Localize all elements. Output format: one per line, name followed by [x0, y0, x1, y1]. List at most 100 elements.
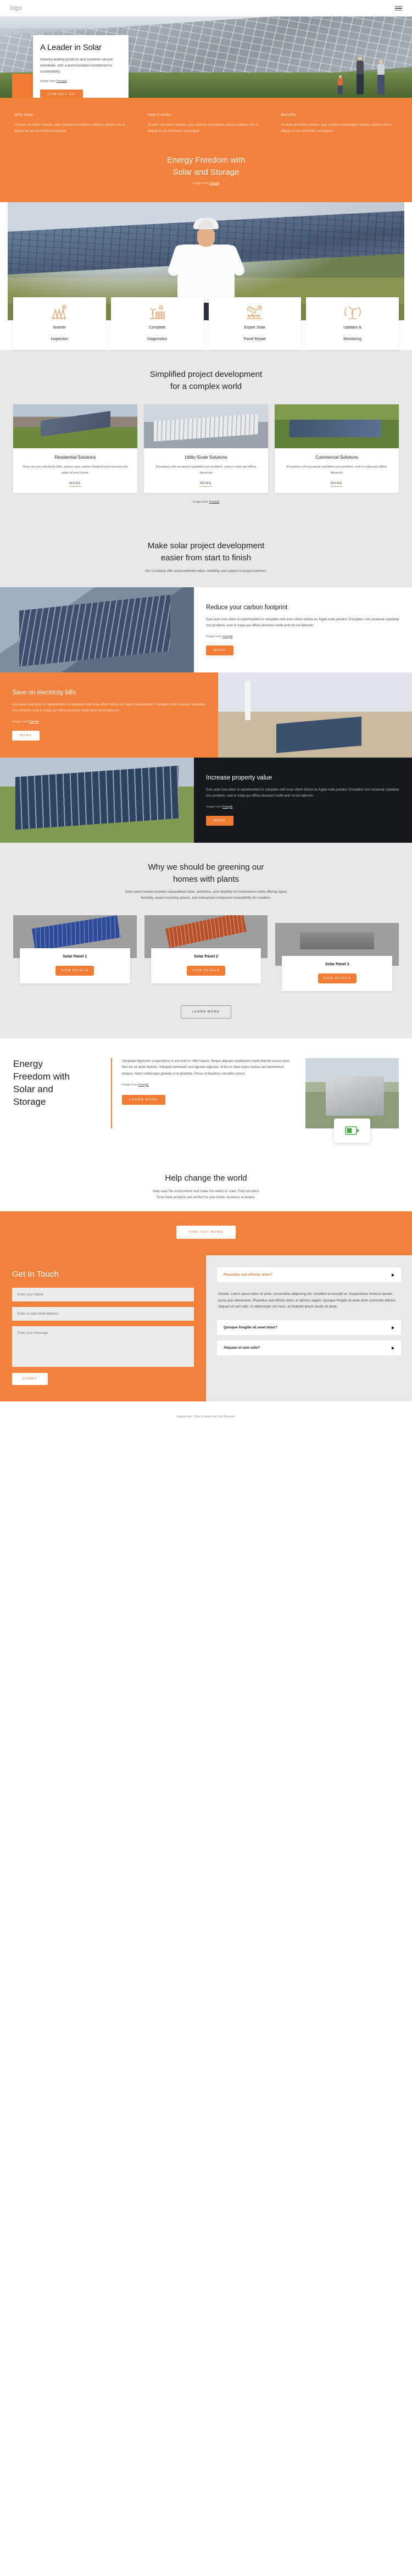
product-card-row: Solar Panel 1 VIEW DETAILS Solar Panel 2… [13, 915, 399, 991]
energy-freedom-section: Energy Freedom with Solar and Storage Im… [0, 151, 412, 203]
card-title: Utility-Scale Solutions [185, 455, 227, 460]
title-line-2: Solar and Storage [172, 167, 240, 177]
block-paragraph: Duis aute irure dolor in reprehenderit i… [206, 617, 399, 628]
solution-card-utility-scale[interactable]: Utility-Scale Solutions Excepteur sint o… [144, 404, 268, 493]
card-text: Save on your electricity bills, reduce y… [23, 465, 128, 475]
credit-link[interactable]: Freepik [222, 635, 233, 638]
credit-link[interactable]: Freepik [29, 720, 39, 724]
hamburger-icon[interactable] [395, 5, 402, 11]
credit-prefix: Image from [40, 80, 57, 84]
feature-card-expert-solar-panel-repair[interactable]: Expert Solar Panel Repair [208, 297, 302, 350]
feature-label: Complete Diagnostics [114, 325, 201, 342]
block-paragraph: Duis aute irure dolor in reprehenderit i… [12, 703, 205, 713]
name-input[interactable] [12, 1288, 194, 1302]
greening-title: Why we should be greening our homes with… [13, 861, 399, 886]
block-text: Save on electricity bills Duis aute irur… [0, 672, 218, 758]
product-card-solar-panel-3[interactable]: Solar Panel 3 VIEW DETAILS [275, 922, 399, 991]
block-title: Increase property value [206, 775, 272, 782]
feature-card-row: Inverter inspection Complete Diagnostics [0, 297, 412, 350]
feature-card-inverter-inspection[interactable]: Inverter inspection [13, 297, 106, 350]
credit-link[interactable]: Freepik [138, 1083, 149, 1087]
feature-card-updates-monitoring[interactable]: Updates & Monitoring [306, 297, 399, 350]
page-root: logo A Leader in Solar Industry-leading … [0, 0, 412, 1431]
hero-description: Industry-leading products and customer s… [40, 58, 113, 74]
product-name: Solar Panel 3 [325, 962, 349, 966]
hero-contact-button[interactable]: CONTACT US [40, 90, 83, 98]
faq-item-quisque[interactable]: Quisque fringilla sit amet dolor? [217, 1320, 401, 1336]
faq-list: Phasellus sed efficitur dolor? Answer. L… [206, 1255, 412, 1402]
feature-card-complete-diagnostics[interactable]: Complete Diagnostics [110, 297, 204, 350]
solution-card-residential[interactable]: Residential Solutions Save on your elect… [13, 404, 137, 493]
make-solar-title: Make solar project development easier fr… [13, 540, 399, 564]
column-title: How It works [147, 112, 171, 117]
help-line-2: Trina Solar products are perfect for you… [156, 1195, 256, 1200]
shirt [177, 244, 235, 303]
make-solar-subtitle: Our Company offer unprecedented value, r… [145, 569, 267, 573]
credit-prefix: Image from [206, 635, 222, 638]
chevron-right-icon [392, 1346, 394, 1350]
faq-question: Aliquam et sem odio? [224, 1346, 260, 1350]
view-details-button[interactable]: VIEW DETAILS [187, 965, 225, 976]
product-body: Solar Panel 2 VIEW DETAILS [151, 948, 261, 983]
credit-link[interactable]: Freepik [209, 500, 220, 504]
credit-link[interactable]: Freepik [57, 80, 67, 83]
credit-prefix: Image from [206, 805, 222, 809]
block-more-button[interactable]: MORE [12, 730, 40, 741]
column-text: Ut enim ad minim veniam, quis nostrud ex… [14, 123, 125, 133]
more-label: MORE [331, 482, 343, 487]
faq-answer: Answer. Lorem ipsum dolor sit amet, cons… [218, 1292, 397, 1309]
feature-label: Inverter inspection [16, 325, 103, 342]
view-details-button[interactable]: VIEW DETAILS [55, 965, 94, 976]
help-title: Help change the world [165, 1173, 247, 1183]
contact-form: Get In Touch SUBMIT [0, 1255, 206, 1402]
card-more-link[interactable]: MORE [275, 482, 399, 487]
title-line-3: Solar and [13, 1083, 53, 1094]
column-title: Why Solar [14, 112, 34, 117]
hero-section: A Leader in Solar Industry-leading produ… [0, 16, 412, 98]
efs-learn-more-button[interactable]: LEARN MORE [122, 1094, 165, 1105]
block-more-button[interactable]: MORE [206, 815, 234, 826]
contact-section: Get In Touch SUBMIT Phasellus sed effici… [0, 1255, 412, 1402]
submit-button[interactable]: SUBMIT [12, 1373, 48, 1386]
block-more-button[interactable]: MORE [206, 645, 234, 655]
battery-card [334, 1118, 370, 1143]
learn-more-button[interactable]: LEARN MORE [181, 1005, 231, 1019]
card-more-link[interactable]: MORE [13, 482, 137, 487]
view-details-button[interactable]: VIEW DETAILS [318, 973, 357, 983]
logo[interactable]: logo [10, 5, 22, 12]
block-image [218, 672, 412, 758]
credit-link[interactable]: Freepik [222, 805, 233, 809]
feature-label: Expert Solar Panel Repair [212, 325, 298, 342]
card-image [275, 404, 399, 449]
message-input[interactable] [12, 1326, 194, 1367]
label-line-2: Diagnostics [147, 337, 168, 341]
hero-image-credit: Image from Freepik [40, 80, 121, 83]
title-line-4: Storage [13, 1096, 46, 1107]
title-line-1: Energy [13, 1058, 43, 1069]
column-text: Ut enim ad minim veniam, quis nostrud ex… [281, 123, 392, 133]
credit-prefix: Image from [12, 720, 29, 724]
credit-link[interactable]: Freepik [209, 182, 220, 185]
efs-body: Voluptate dignissim suspendisse in est e… [111, 1058, 296, 1128]
product-card-solar-panel-2[interactable]: Solar Panel 2 VIEW DETAILS [144, 915, 268, 983]
block-credit: Image from Freepik [206, 635, 400, 638]
help-line-1: Help save the environment and make the s… [153, 1189, 259, 1193]
email-input[interactable] [12, 1307, 194, 1321]
faq-item-open[interactable]: Phasellus sed efficitur dolor? [217, 1267, 401, 1283]
column-how-it-works: How It works Ut enim ad minim veniam, qu… [148, 112, 265, 135]
product-card-solar-panel-1[interactable]: Solar Panel 1 VIEW DETAILS [13, 915, 137, 983]
find-out-more-button[interactable]: FIND OUT MORE [176, 1226, 236, 1239]
solution-card-row: Residential Solutions Save on your elect… [13, 404, 399, 493]
three-column-band: Why Solar Ut enim ad minim veniam, quis … [0, 98, 412, 151]
credit-prefix: Image from [122, 1083, 138, 1087]
make-solar-header: Make solar project development easier fr… [0, 524, 412, 587]
title-line-1: Make solar project development [147, 541, 265, 551]
card-more-link[interactable]: MORE [144, 482, 268, 487]
house-image [305, 1058, 399, 1128]
solution-card-commercial[interactable]: Commercial Solutions Excepteur sint occa… [275, 404, 399, 493]
label-line-1: Inverter [53, 326, 66, 330]
chevron-right-icon [392, 1273, 394, 1277]
site-header: logo [0, 0, 412, 16]
column-text: Ut enim ad minim veniam, quis nostrud ex… [147, 123, 258, 133]
faq-item-aliquam[interactable]: Aliquam et sem odio? [217, 1340, 401, 1356]
